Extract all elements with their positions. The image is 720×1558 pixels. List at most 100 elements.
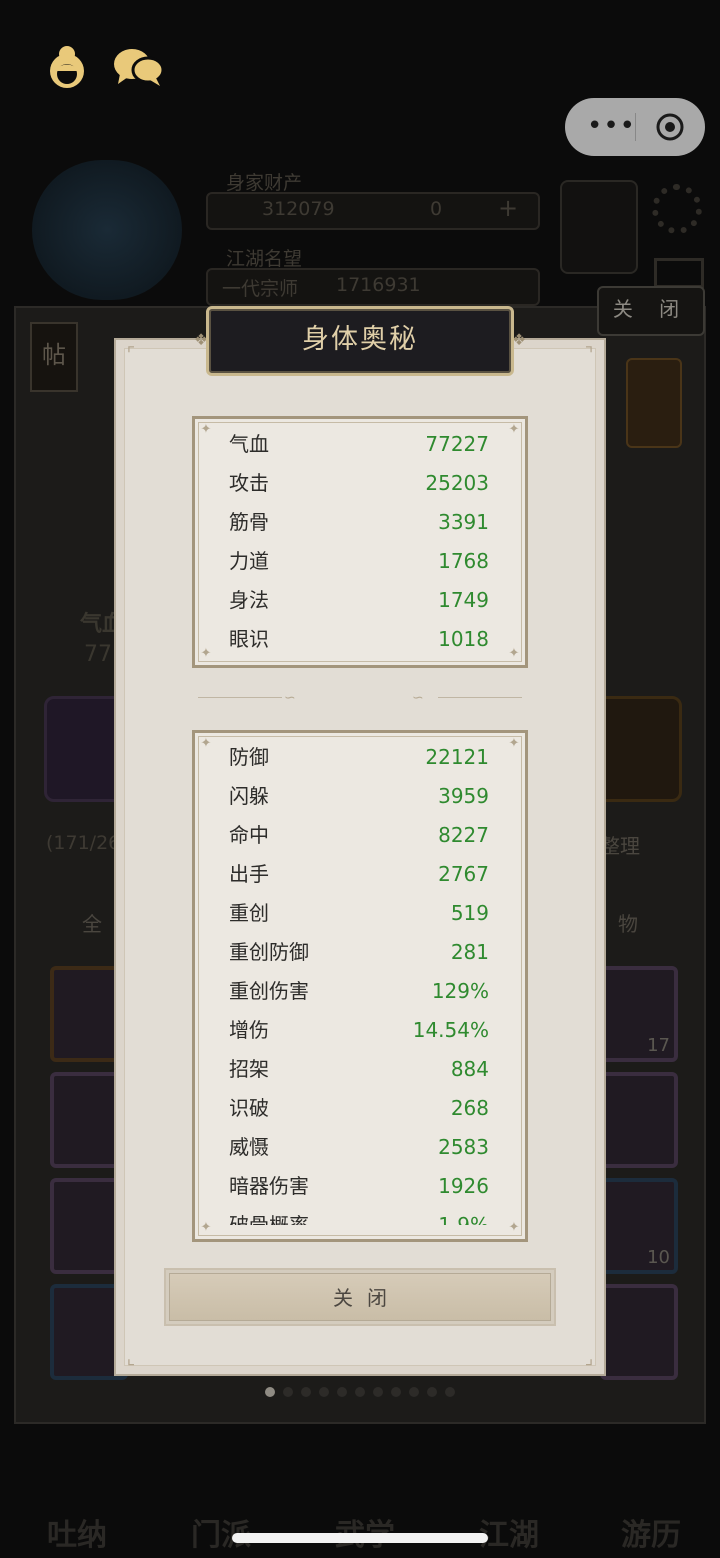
yin-yang-icon[interactable]: [560, 180, 638, 274]
stat-name: 重创伤害: [229, 979, 309, 1003]
stat-name: 筋骨: [229, 510, 269, 534]
item-slot[interactable]: 10: [600, 1178, 678, 1274]
stat-row-zengshang: 增伤 14.54%: [229, 1011, 489, 1050]
stat-scroll-list[interactable]: 防御 22121 闪躲 3959 命中 8227 出手 2767 重创 519 重创防御 2…: [195, 733, 525, 1225]
nav-label: 吐纳: [47, 1518, 107, 1553]
item-slot[interactable]: [600, 1072, 678, 1168]
stat-name: 威慑: [229, 1135, 269, 1159]
page-dot: [355, 1387, 365, 1397]
stat-row-zhaojia: 招架 884: [229, 1050, 489, 1089]
stat-value: 25203: [425, 471, 489, 495]
stat-value: 1018: [438, 627, 489, 651]
stat-name: 重创防御: [229, 940, 309, 964]
stat-value: 519: [450, 901, 489, 925]
page-dot: [427, 1387, 437, 1397]
nav-youli[interactable]: 游历: [596, 1430, 706, 1558]
stat-name: 攻击: [229, 471, 269, 495]
section-divider-right: ∽: [392, 688, 522, 708]
sort-button[interactable]: 整理: [600, 830, 640, 859]
stat-value: 2583: [438, 1135, 489, 1159]
nav-label: 江湖: [479, 1518, 539, 1553]
page-indicator: [0, 1382, 720, 1401]
stat-row-chushou: 出手 2767: [229, 855, 489, 894]
nav-label: 武学: [310, 1510, 420, 1554]
mail-icon[interactable]: [654, 258, 704, 288]
qi-value-fragment: 77: [84, 642, 112, 667]
page-dot: [265, 1387, 275, 1397]
stat-row-anqi-shanghai: 暗器伤害 1926: [229, 1167, 489, 1206]
post-card[interactable]: 帖: [30, 322, 78, 392]
page-dot: [409, 1387, 419, 1397]
stat-row-fangyu: 防御 22121: [229, 738, 489, 777]
stat-row-pogu-gailv: 破骨概率 1.9%: [229, 1206, 489, 1225]
divider-line: [438, 697, 522, 698]
secondary-stats-box[interactable]: ✦ ✦ ✦ ✦ 防御 22121 闪躲 3959 命中 8227 出手 2767 重创 5…: [192, 730, 528, 1242]
jade-amount: 0: [430, 198, 443, 220]
stat-value: 3959: [438, 784, 489, 808]
stat-name: 招架: [229, 1057, 269, 1081]
divider-knot: ∽: [284, 690, 296, 706]
stat-value: 2767: [438, 862, 489, 886]
page-dot: [445, 1387, 455, 1397]
forbidden-charm-icon[interactable]: [626, 358, 682, 448]
stat-name: 力道: [229, 549, 269, 573]
stat-value: 1926: [438, 1174, 489, 1198]
stat-name: 识破: [229, 1096, 269, 1120]
nav-tuna[interactable]: 吐纳: [22, 1430, 132, 1558]
stat-row-zhongchuang: 重创 519: [229, 894, 489, 933]
stat-row-mingzhong: 命中 8227: [229, 816, 489, 855]
stat-name: 出手: [229, 862, 269, 886]
stat-name: 眼识: [229, 627, 269, 651]
item-slot[interactable]: 17: [600, 966, 678, 1062]
page-dot: [301, 1387, 311, 1397]
chat-bubbles-icon[interactable]: [110, 40, 165, 94]
stat-value: 77227: [425, 432, 489, 456]
home-indicator[interactable]: [232, 1533, 488, 1543]
page-dot: [337, 1387, 347, 1397]
avatar-head-icon[interactable]: [40, 40, 94, 94]
stat-value: 22121: [425, 745, 489, 769]
inventory-count: (171/26: [46, 832, 121, 854]
silver-amount: 312079: [262, 198, 335, 220]
currency-bar: [206, 192, 540, 230]
divider-knot: ∽: [412, 690, 424, 706]
item-slot[interactable]: [600, 1284, 678, 1380]
nav-label: 门派: [191, 1518, 251, 1553]
page-dot: [319, 1387, 329, 1397]
corner-ornament: ⌟: [584, 1348, 594, 1369]
dialog-title: 身体奥秘: [302, 324, 418, 355]
stat-value: 1768: [438, 549, 489, 573]
stat-value: 1.9%: [438, 1213, 489, 1225]
stat-row-gongji: 攻击 25203: [229, 464, 489, 503]
stat-row-shenfa: 身法 1749: [229, 581, 489, 620]
reputation-label: 江湖名望: [226, 248, 303, 270]
stat-name: 命中: [229, 823, 269, 847]
add-currency-button[interactable]: +: [498, 194, 518, 222]
stat-value: 884: [450, 1057, 489, 1081]
close-miniprogram-icon[interactable]: [655, 112, 685, 142]
stat-name: 增伤: [229, 1018, 269, 1042]
tab-all[interactable]: 全: [82, 908, 102, 937]
stat-name: 防御: [229, 745, 269, 769]
page-dot: [391, 1387, 401, 1397]
more-menu-icon[interactable]: •••: [587, 112, 636, 140]
stat-name: 气血: [229, 432, 269, 456]
corner-ornament: ⌝: [584, 344, 594, 365]
item-count: 17: [647, 1035, 670, 1056]
mount-slot[interactable]: [596, 696, 682, 802]
primary-stats-box: ✦ ✦ ✦ ✦ 气血 77227 攻击 25203 筋骨 3391 力道 1768 身法…: [192, 416, 528, 668]
stat-value: 14.54%: [412, 1018, 489, 1042]
stat-name: 重创: [229, 901, 269, 925]
settings-gear-icon[interactable]: [652, 184, 702, 234]
corner-ornament: ⌜: [126, 344, 136, 365]
stat-row-zhongchuang-shanghai: 重创伤害 129%: [229, 972, 489, 1011]
hero-portrait[interactable]: [32, 160, 182, 300]
panel-close-tag[interactable]: 关 闭: [597, 286, 705, 336]
stat-value: 8227: [438, 823, 489, 847]
tab-items[interactable]: 物: [618, 908, 638, 937]
close-button[interactable]: 关闭: [164, 1268, 556, 1326]
capsule-divider: [635, 113, 636, 141]
stat-row-shanduo: 闪躲 3959: [229, 777, 489, 816]
stat-name: 身法: [229, 588, 269, 612]
stat-row-qixue: 气血 77227: [229, 425, 489, 464]
